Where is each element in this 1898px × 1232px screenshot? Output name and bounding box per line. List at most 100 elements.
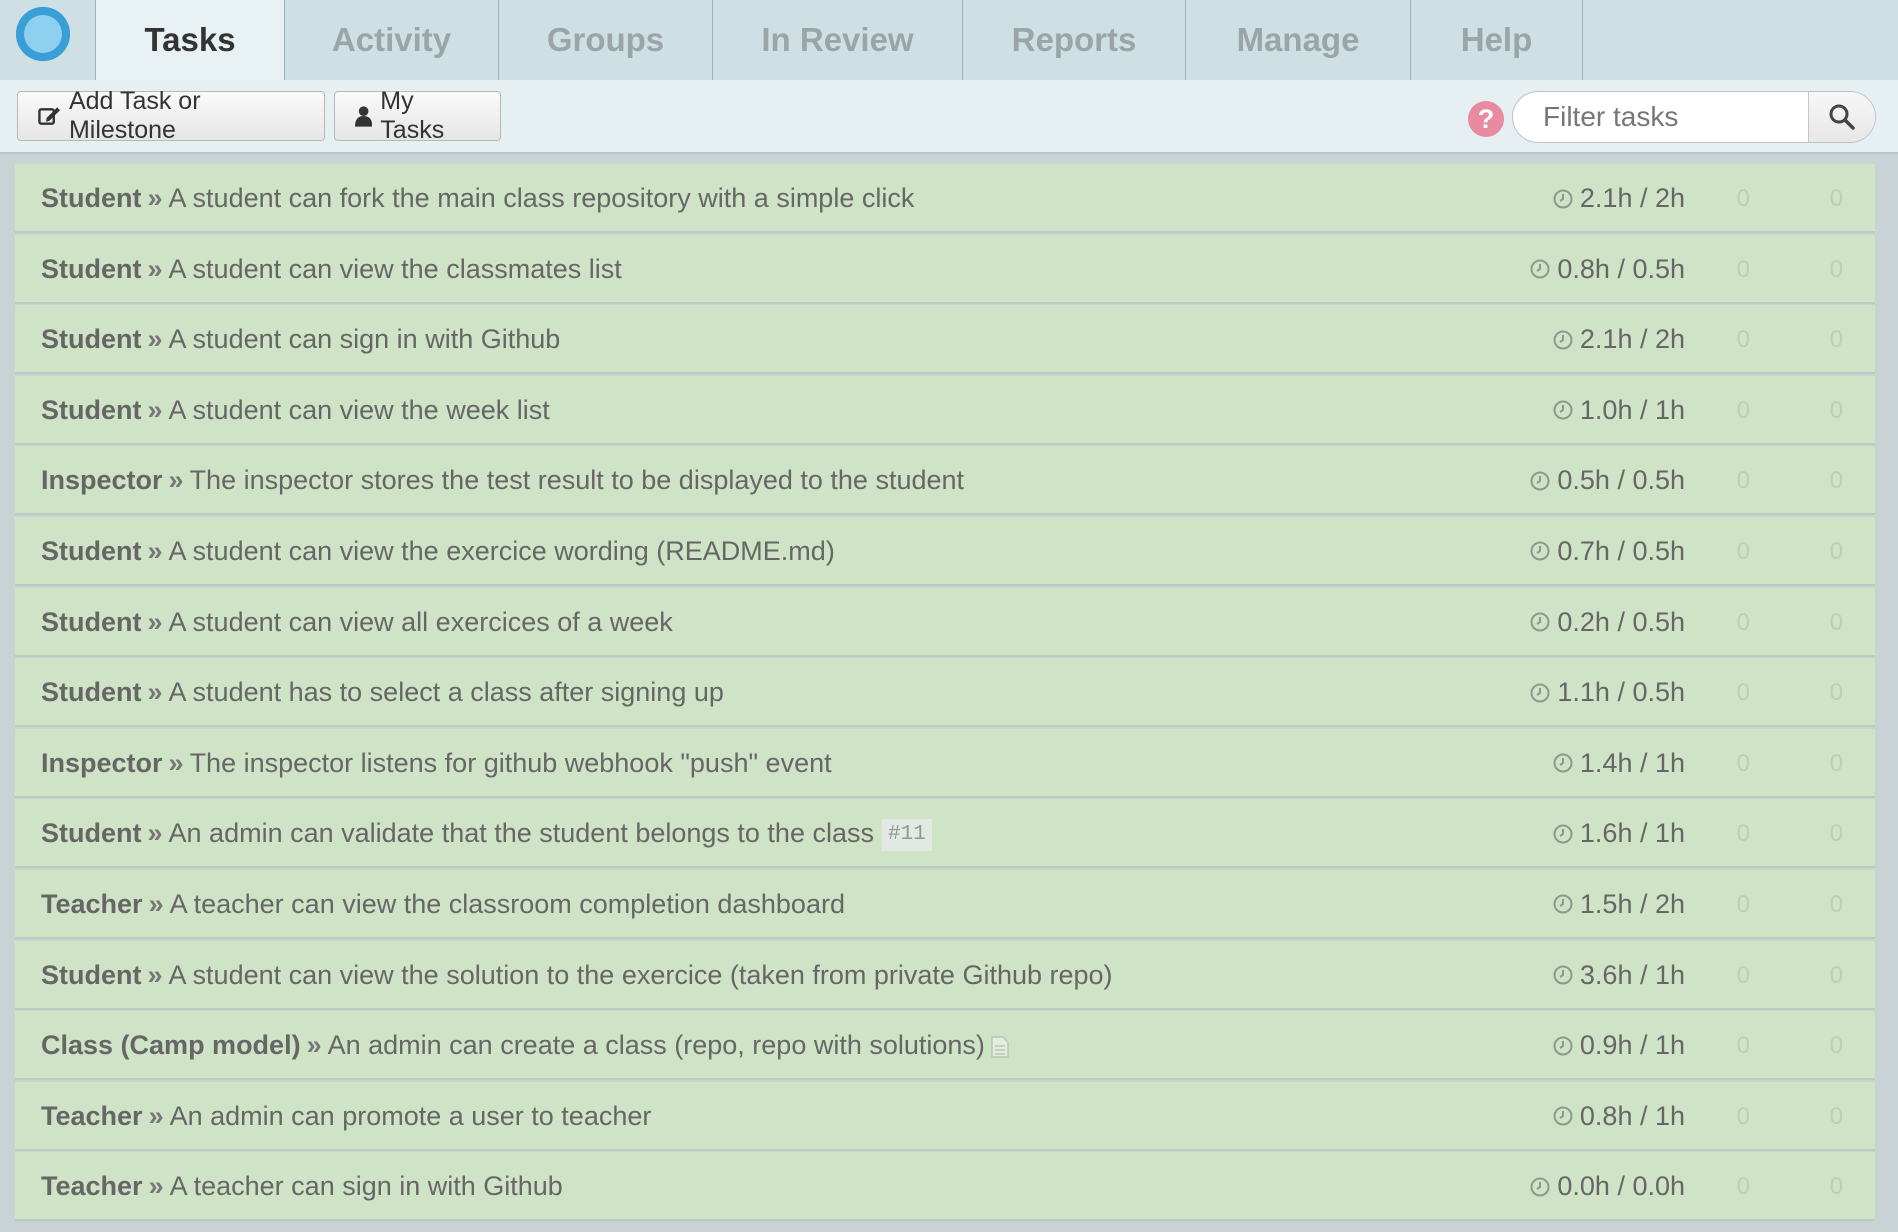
task-title[interactable]: Teacher» An admin can promote a user to t… [41, 1082, 651, 1151]
task-time: 1.4h / 1h [1552, 729, 1685, 798]
time-value: 2.1h / 2h [1579, 183, 1685, 213]
count-b: 0 [1829, 890, 1843, 918]
task-row[interactable]: Student» A student can view the week list… [15, 375, 1875, 445]
task-row[interactable]: Student» A student can sign in with Githu… [15, 305, 1875, 375]
task-title[interactable]: Student» A student can view all exercices… [41, 588, 673, 657]
task-title[interactable]: Class (Camp model)» An admin can create a… [41, 1011, 1009, 1080]
task-time: 0.8h / 1h [1552, 1082, 1685, 1151]
task-group: Student [41, 677, 142, 708]
add-task-button[interactable]: Add Task or Milestone [17, 87, 325, 144]
count-a: 0 [1736, 396, 1750, 424]
task-row[interactable]: Student» A student can view the classmate… [15, 234, 1875, 304]
count-b: 0 [1829, 820, 1843, 848]
task-row[interactable]: Student» A student can fork the main clas… [15, 164, 1875, 233]
task-title[interactable]: Student» A student has to select a class … [41, 658, 724, 727]
separator: » [147, 535, 163, 566]
task-tag[interactable]: #11 [882, 819, 932, 852]
task-group: Student [41, 818, 142, 849]
time-value: 2.1h / 2h [1579, 324, 1685, 355]
count-b: 0 [1829, 185, 1843, 212]
task-row[interactable]: Student» A student has to select a class … [15, 658, 1875, 728]
count-a: 0 [1736, 1102, 1750, 1130]
task-row[interactable]: Student» A student can view all exercices… [15, 587, 1875, 657]
tab-tasks[interactable]: Tasks [95, 0, 285, 80]
task-row[interactable]: Inspector» The inspector listens for gith… [15, 728, 1875, 798]
tab-help[interactable]: Help [1411, 0, 1583, 80]
task-row[interactable]: Class (Camp model)» An admin can create a… [15, 1011, 1875, 1081]
filter-tasks-input[interactable] [1513, 92, 1808, 142]
tab-groups[interactable]: Groups [499, 0, 713, 80]
task-title[interactable]: Student» A student can sign in with Githu… [41, 305, 560, 374]
count-a: 0 [1736, 679, 1750, 707]
search-icon [1829, 104, 1855, 130]
task-title[interactable]: Student» A student can fork the main clas… [41, 164, 914, 233]
task-time: 0.9h / 1h [1552, 1011, 1685, 1080]
task-text: An admin can validate that the student b… [168, 818, 874, 849]
task-group: Student [41, 324, 142, 355]
time-value: 0.9h / 1h [1579, 1030, 1685, 1061]
task-text: An admin can promote a user to teacher [169, 1100, 652, 1131]
task-row[interactable]: Student» A student can view the exercice … [15, 516, 1875, 586]
count-a: 0 [1736, 820, 1750, 848]
time-value: 1.6h / 1h [1579, 818, 1685, 849]
task-row[interactable]: Inspector» The inspector stores the test … [15, 446, 1875, 516]
task-time: 2.1h / 2h [1552, 164, 1685, 233]
task-title[interactable]: Student» A student can view the exercice … [41, 517, 835, 586]
task-title[interactable]: Teacher» A teacher can sign in with Githu… [41, 1152, 563, 1221]
count-b: 0 [1829, 467, 1843, 495]
task-text: A teacher can sign in with Github [169, 1171, 563, 1202]
task-group: Teacher [41, 1100, 143, 1131]
time-value: 1.5h / 2h [1579, 888, 1685, 919]
clock-icon [1553, 189, 1573, 208]
tab-in-review[interactable]: In Review [713, 0, 963, 80]
task-text: The inspector stores the test result to … [189, 465, 965, 496]
clock-icon [1530, 1177, 1550, 1197]
clock-icon [1553, 824, 1573, 844]
task-text: A student can view the classmates list [168, 253, 622, 284]
search-button[interactable] [1808, 92, 1875, 142]
task-row[interactable]: Teacher» An admin can promote a user to t… [15, 1081, 1875, 1151]
clock-icon [1553, 400, 1573, 420]
count-a: 0 [1736, 890, 1750, 918]
task-title[interactable]: Inspector» The inspector stores the test … [41, 446, 964, 515]
clock-icon [1530, 471, 1550, 491]
task-group: Student [41, 535, 142, 566]
task-row[interactable]: Teacher» A teacher can sign in with Githu… [15, 1152, 1875, 1222]
help-icon[interactable]: ? [1468, 101, 1504, 137]
time-value: 1.4h / 1h [1579, 747, 1685, 778]
count-b: 0 [1829, 1102, 1843, 1130]
task-title[interactable]: Student» A student can view the solution … [41, 941, 1113, 1010]
my-tasks-button[interactable]: My Tasks [334, 87, 501, 144]
clock-icon [1553, 1106, 1573, 1126]
count-b: 0 [1829, 679, 1843, 707]
task-title[interactable]: Student» A student can view the week list [41, 376, 550, 445]
tab-manage[interactable]: Manage [1186, 0, 1411, 80]
edit-icon [38, 107, 61, 125]
task-row[interactable]: Student» An admin can validate that the s… [15, 799, 1875, 869]
task-row[interactable]: Teacher» A teacher can view the classroom… [15, 869, 1875, 939]
separator: » [147, 677, 163, 708]
separator: » [168, 465, 184, 496]
task-text: A student can view the solution to the e… [168, 959, 1113, 990]
count-b: 0 [1829, 537, 1843, 565]
task-row[interactable]: Student» A student can view the solution … [15, 940, 1875, 1010]
task-title[interactable]: Teacher» A teacher can view the classroom… [41, 870, 845, 939]
count-b: 0 [1829, 396, 1843, 424]
tab-reports[interactable]: Reports [963, 0, 1186, 80]
task-title[interactable]: Student» A student can view the classmate… [41, 235, 622, 304]
count-b: 0 [1829, 326, 1843, 354]
task-title[interactable]: Student» An admin can validate that the s… [41, 799, 932, 868]
task-group: Student [41, 253, 142, 284]
task-group: Student [41, 959, 142, 990]
count-a: 0 [1736, 1032, 1750, 1060]
count-b: 0 [1829, 961, 1843, 989]
add-task-label: Add Task or Milestone [68, 87, 201, 144]
tab-activity[interactable]: Activity [285, 0, 499, 80]
time-value: 0.8h / 1h [1579, 1100, 1685, 1131]
task-time: 0.7h / 0.5h [1529, 517, 1685, 586]
task-title[interactable]: Inspector» The inspector listens for gith… [41, 729, 832, 798]
time-value: 0.8h / 0.5h [1557, 253, 1685, 284]
app-logo[interactable] [16, 7, 70, 61]
task-group: Student [41, 394, 142, 425]
task-text: A student can view the week list [168, 394, 550, 425]
